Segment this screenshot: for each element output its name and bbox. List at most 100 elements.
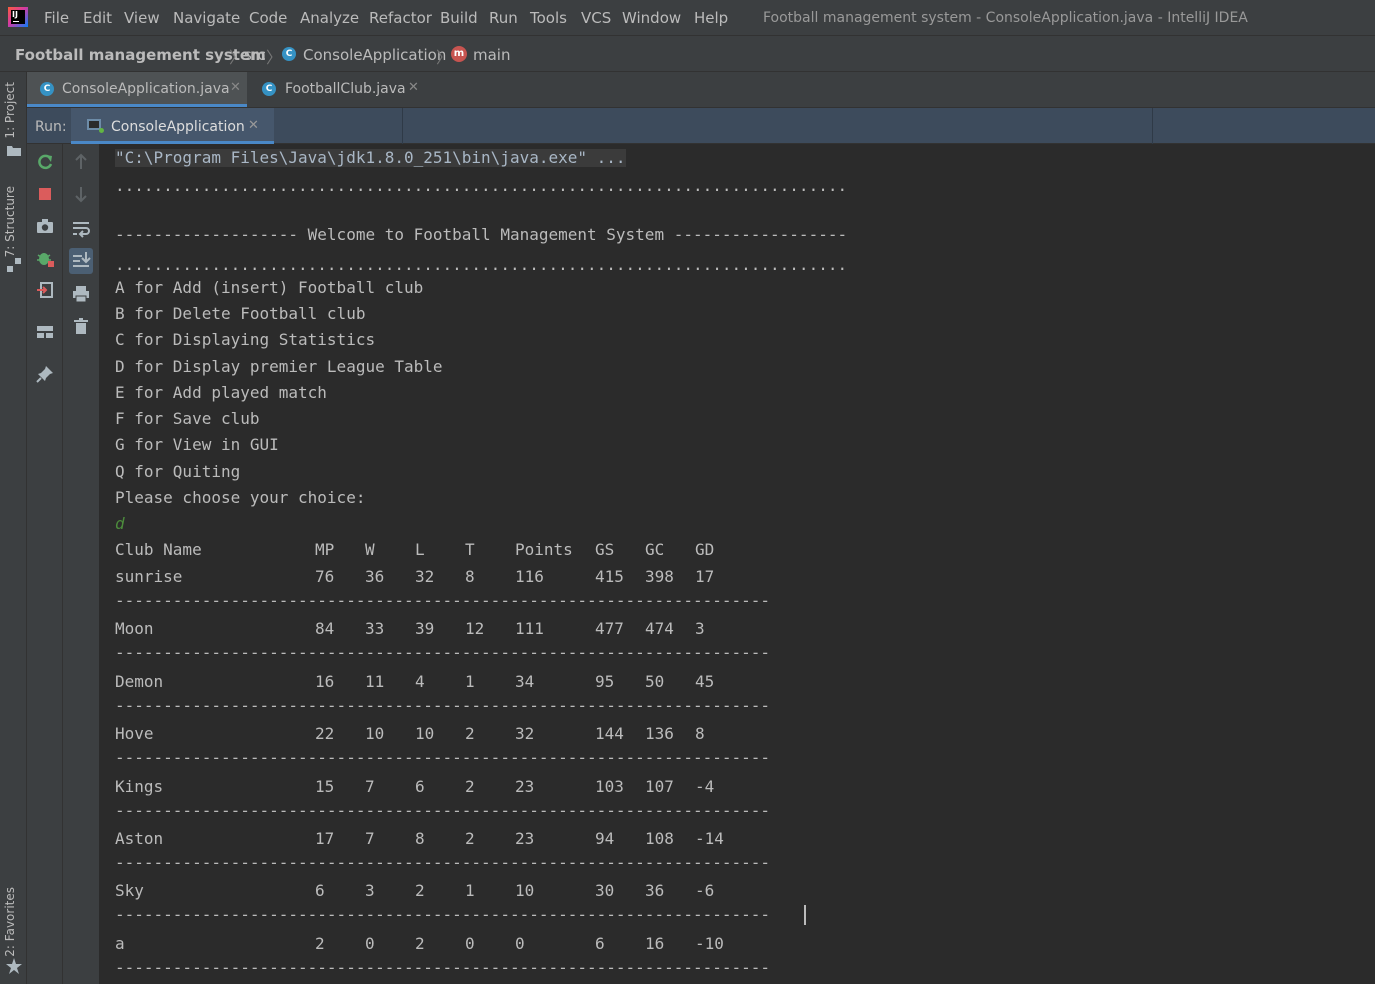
header-divider [402,108,403,144]
user-input-line: d [115,514,125,533]
header-gs: GS [595,540,615,559]
menu-view[interactable]: View [124,9,160,27]
camera-icon[interactable] [35,216,55,236]
menu-window[interactable]: Window [622,9,681,27]
window-title: Football management system - ConsoleAppl… [763,10,1248,26]
welcome-line: ------------------- Welcome to Football … [115,225,848,244]
cell-gd: -6 [695,881,715,900]
cell-club-name: sunrise [115,567,183,586]
cell-l: 39 [415,619,435,638]
arrow-down-icon[interactable] [71,184,91,204]
cell-gd: 45 [695,672,715,691]
menu-line: B for Delete Football club [115,304,366,323]
layout-icon[interactable] [35,322,55,342]
prompt-line: Please choose your choice: [115,488,366,507]
cell-l: 2 [415,934,425,953]
cell-l: 2 [415,881,425,900]
cell-club-name: Aston [115,829,164,848]
table-row: Aston 17 7 8 2 23 94 108 -14 [115,830,815,848]
exit-icon[interactable] [35,280,55,300]
trash-icon[interactable] [71,316,91,336]
close-icon[interactable]: ✕ [408,80,419,95]
structure-tool-tab[interactable]: 7: Structure [3,186,17,257]
close-icon[interactable]: ✕ [230,80,241,95]
menu-tools[interactable]: Tools [530,9,567,27]
cell-t: 2 [465,777,475,796]
menu-help[interactable]: Help [694,9,728,27]
cell-gd: -4 [695,777,715,796]
command-line: "C:\Program Files\Java\jdk1.8.0_251\bin\… [115,148,626,167]
table-row: Sky 6 3 2 1 10 30 36 -6 [115,882,815,900]
cell-gs: 95 [595,672,615,691]
project-tool-tab[interactable]: 1: Project [3,82,17,139]
cell-t: 1 [465,881,475,900]
soft-wrap-icon[interactable] [71,218,91,238]
cell-mp: 6 [315,881,325,900]
cell-l: 8 [415,829,425,848]
cell-points: 23 [515,777,535,796]
menu-refactor[interactable]: Refactor [369,9,432,27]
console-icon [87,119,104,133]
print-icon[interactable] [71,284,91,304]
menu-line: D for Display premier League Table [115,357,443,376]
menu-code[interactable]: Code [249,9,287,27]
run-tab-console-application[interactable]: ConsoleApplication ✕ [71,108,274,144]
menu-line: Q for Quiting [115,462,241,481]
dots-line: ........................................… [115,255,848,274]
menu-edit[interactable]: Edit [83,9,112,27]
folder-icon [7,146,21,156]
editor-tabs: C ConsoleApplication.java ✕ C FootballCl… [27,72,1375,108]
cell-w: 36 [365,567,385,586]
breadcrumb-method[interactable]: main [473,46,510,64]
cell-club-name: Demon [115,672,164,691]
cell-gc: 398 [645,567,674,586]
breadcrumb-class[interactable]: ConsoleApplication [303,46,446,64]
pin-icon[interactable] [35,364,55,384]
method-icon: m [451,46,467,62]
left-tool-strip: 1: Project 7: Structure 2: Favorites [0,72,27,984]
menu-analyze[interactable]: Analyze [300,9,359,27]
table-row: Moon 84 33 39 12 111 477 474 3 [115,620,815,638]
stop-icon[interactable] [35,184,55,204]
run-label: Run: [35,119,67,135]
cell-gs: 6 [595,934,605,953]
tab-football-club[interactable]: C FootballClub.java ✕ [251,72,431,107]
header-gc: GC [645,540,665,559]
menu-build[interactable]: Build [440,9,478,27]
cell-gd: -14 [695,829,724,848]
header-t: T [465,540,475,559]
favorites-tool-tab[interactable]: 2: Favorites [3,887,17,957]
cell-l: 32 [415,567,435,586]
tab-console-application[interactable]: C ConsoleApplication.java ✕ [27,72,247,107]
breadcrumb-separator: 〉 [229,48,246,67]
cell-t: 8 [465,567,475,586]
debug-icon[interactable] [35,248,55,268]
close-icon[interactable]: ✕ [248,118,259,133]
cell-gd: 8 [695,724,705,743]
cell-points: 116 [515,567,544,586]
cell-club-name: Moon [115,619,154,638]
class-icon: C [40,82,54,96]
header-w: W [365,540,375,559]
scroll-to-end-icon[interactable] [69,248,93,274]
cell-gd: 3 [695,619,705,638]
cell-gc: 108 [645,829,674,848]
menu-run[interactable]: Run [489,9,518,27]
console-output[interactable]: "C:\Program Files\Java\jdk1.8.0_251\bin\… [100,144,1375,984]
menu-bar: IJ File Edit View Navigate Code Analyze … [0,0,1375,36]
rerun-icon[interactable] [35,152,55,172]
menu-file[interactable]: File [44,9,69,27]
cell-gc: 36 [645,881,665,900]
cell-points: 23 [515,829,535,848]
table-row: a 2 0 2 0 0 6 16 -10 [115,935,815,953]
cell-gc: 136 [645,724,674,743]
cell-points: 34 [515,672,535,691]
menu-navigate[interactable]: Navigate [173,9,240,27]
arrow-up-icon[interactable] [71,152,91,172]
row-separator: ----------------------------------------… [115,748,771,767]
breadcrumb-folder[interactable]: src [244,46,266,64]
menu-vcs[interactable]: VCS [581,9,611,27]
cell-w: 0 [365,934,375,953]
cell-gs: 103 [595,777,624,796]
menu-line: F for Save club [115,409,260,428]
